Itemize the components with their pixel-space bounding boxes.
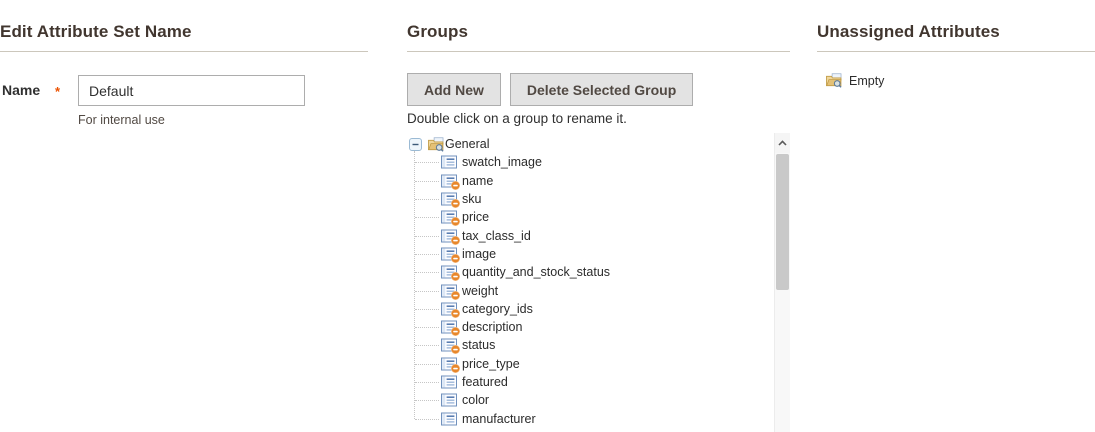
tree-node-label: name: [462, 174, 493, 188]
tree-node-label: category_ids: [462, 302, 533, 316]
tree-node-label: manufacturer: [462, 412, 536, 426]
name-field-note: For internal use: [78, 113, 368, 127]
tree-node-label: price_type: [462, 357, 520, 371]
tree-node-label: quantity_and_stock_status: [462, 265, 610, 279]
tree-attribute-row[interactable]: swatch_image: [407, 153, 774, 171]
tree-node-label: status: [462, 338, 495, 352]
tree-attribute-row[interactable]: status: [407, 336, 774, 354]
scroll-up-button[interactable]: [775, 133, 790, 153]
required-asterisk: *: [55, 84, 60, 99]
locked-badge-icon: [451, 199, 460, 208]
groups-tree-container: General swatch_image name sku price: [407, 133, 790, 432]
empty-node-label: Empty: [849, 74, 884, 88]
attribute-form-icon: [441, 357, 457, 371]
name-form-row: Name *: [0, 75, 368, 106]
unassigned-empty-node[interactable]: Empty: [817, 73, 1095, 88]
attribute-form-icon: [441, 302, 457, 316]
attribute-form-icon: [441, 338, 457, 352]
attribute-form-icon: [441, 412, 457, 426]
tree-attribute-row[interactable]: category_ids: [407, 300, 774, 318]
tree-attribute-row[interactable]: price: [407, 208, 774, 226]
locked-badge-icon: [451, 236, 460, 245]
section-divider: [407, 51, 790, 52]
tree-node-label: image: [462, 247, 496, 261]
groups-title: Groups: [407, 22, 790, 42]
tree-attribute-row[interactable]: weight: [407, 281, 774, 299]
tree-attribute-row[interactable]: tax_class_id: [407, 226, 774, 244]
tree-attribute-row[interactable]: color: [407, 391, 774, 409]
name-field-label: Name: [2, 82, 40, 98]
tree-node-label: swatch_image: [462, 155, 542, 169]
tree-attribute-row[interactable]: manufacturer: [407, 409, 774, 427]
tree-attribute-row[interactable]: image: [407, 245, 774, 263]
unassigned-attributes-panel: Unassigned Attributes Empty: [817, 0, 1095, 88]
section-divider: [817, 51, 1095, 52]
edit-set-name-title: Edit Attribute Set Name: [0, 22, 368, 42]
attribute-form-icon: [441, 174, 457, 188]
locked-badge-icon: [451, 327, 460, 336]
tree-children: swatch_image name sku price tax_class_id…: [407, 153, 774, 427]
locked-badge-icon: [451, 364, 460, 373]
tree-attribute-row[interactable]: name: [407, 172, 774, 190]
attribute-form-icon: [441, 265, 457, 279]
groups-panel: Groups Add New Delete Selected Group Dou…: [407, 0, 790, 432]
attribute-form-icon: [441, 210, 457, 224]
attribute-form-icon: [441, 393, 457, 407]
locked-badge-icon: [451, 254, 460, 263]
locked-badge-icon: [451, 309, 460, 318]
attribute-form-icon: [441, 155, 457, 169]
groups-tree: General swatch_image name sku price: [407, 135, 774, 428]
folder-search-icon: [424, 137, 442, 152]
scrollbar-thumb[interactable]: [776, 154, 789, 290]
tree-node-general[interactable]: General: [407, 135, 774, 153]
tree-attribute-row[interactable]: quantity_and_stock_status: [407, 263, 774, 281]
tree-node-label: weight: [462, 284, 498, 298]
tree-node-label: color: [462, 393, 489, 407]
locked-badge-icon: [451, 291, 460, 300]
tree-node-label: price: [462, 210, 489, 224]
attribute-form-icon: [441, 229, 457, 243]
tree-node-label: description: [462, 320, 522, 334]
attribute-form-icon: [441, 284, 457, 298]
edit-set-name-panel: Edit Attribute Set Name Name * For inter…: [0, 0, 368, 127]
tree-attribute-row[interactable]: sku: [407, 190, 774, 208]
tree-node-label: featured: [462, 375, 508, 389]
section-divider: [0, 51, 368, 52]
groups-toolbar: Add New Delete Selected Group: [407, 73, 790, 106]
tree-node-label: General: [445, 137, 489, 151]
locked-badge-icon: [451, 272, 460, 281]
locked-badge-icon: [451, 345, 460, 354]
tree-node-label: tax_class_id: [462, 229, 531, 243]
tree-attribute-row[interactable]: description: [407, 318, 774, 336]
attribute-form-icon: [441, 192, 457, 206]
delete-selected-group-button[interactable]: Delete Selected Group: [510, 73, 693, 106]
locked-badge-icon: [451, 181, 460, 190]
folder-search-icon: [825, 73, 843, 88]
tree-scrollbar[interactable]: [774, 133, 790, 432]
edit-attribute-set-page: Edit Attribute Set Name Name * For inter…: [0, 0, 1095, 429]
collapse-toggle-icon[interactable]: [408, 138, 421, 151]
rename-hint-text: Double click on a group to rename it.: [407, 111, 790, 126]
tree-attribute-row[interactable]: featured: [407, 373, 774, 391]
attribute-form-icon: [441, 320, 457, 334]
attribute-set-name-input[interactable]: [78, 75, 305, 106]
attribute-form-icon: [441, 375, 457, 389]
tree-node-label: sku: [462, 192, 481, 206]
locked-badge-icon: [451, 217, 460, 226]
attribute-form-icon: [441, 247, 457, 261]
unassigned-attributes-title: Unassigned Attributes: [817, 22, 1095, 42]
chevron-up-icon: [778, 140, 787, 146]
tree-attribute-row[interactable]: price_type: [407, 355, 774, 373]
add-new-group-button[interactable]: Add New: [407, 73, 501, 106]
